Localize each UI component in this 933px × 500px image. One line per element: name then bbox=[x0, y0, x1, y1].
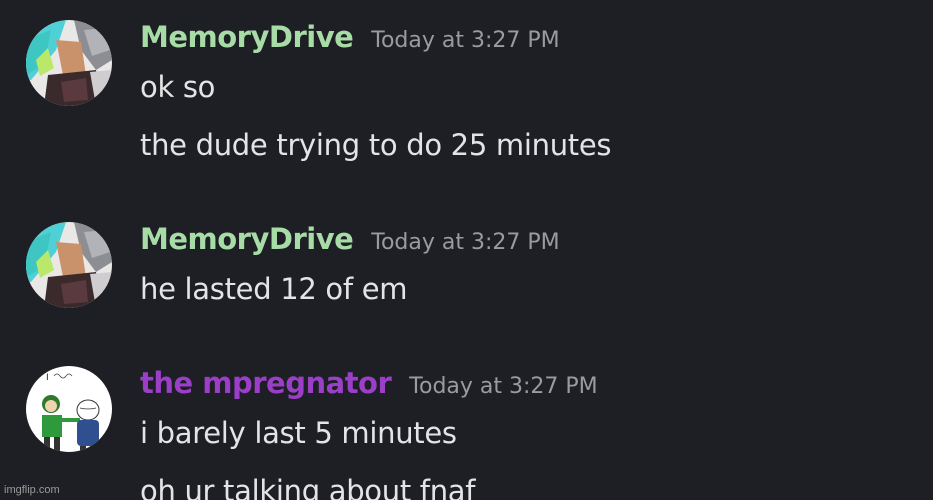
timestamp: Today at 3:27 PM bbox=[371, 28, 560, 53]
avatar[interactable] bbox=[26, 222, 112, 308]
message-header: the mpregnator Today at 3:27 PM bbox=[140, 366, 598, 400]
avatar[interactable] bbox=[26, 20, 112, 106]
message-text: i barely last 5 minutes bbox=[140, 416, 457, 450]
memorydrive-avatar-image bbox=[26, 20, 112, 106]
timestamp: Today at 3:27 PM bbox=[371, 230, 560, 255]
username[interactable]: the mpregnator bbox=[140, 366, 392, 400]
mpregnator-avatar-image: I bbox=[26, 366, 112, 452]
memorydrive-avatar-image bbox=[26, 222, 112, 308]
message-text: the dude trying to do 25 minutes bbox=[140, 128, 612, 162]
message-header: MemoryDrive Today at 3:27 PM bbox=[140, 20, 560, 54]
message-header: MemoryDrive Today at 3:27 PM bbox=[140, 222, 560, 256]
watermark: imgflip.com bbox=[4, 484, 60, 496]
message-text: ok so bbox=[140, 70, 216, 104]
message-text: oh ur talking about fnaf bbox=[140, 474, 476, 500]
username[interactable]: MemoryDrive bbox=[140, 20, 354, 54]
svg-text:I: I bbox=[46, 373, 49, 383]
chat-log: MemoryDrive Today at 3:27 PM ok so the d… bbox=[0, 0, 933, 500]
message-text: he lasted 12 of em bbox=[140, 272, 408, 306]
avatar[interactable]: I bbox=[26, 366, 112, 452]
timestamp: Today at 3:27 PM bbox=[409, 374, 598, 399]
username[interactable]: MemoryDrive bbox=[140, 222, 354, 256]
